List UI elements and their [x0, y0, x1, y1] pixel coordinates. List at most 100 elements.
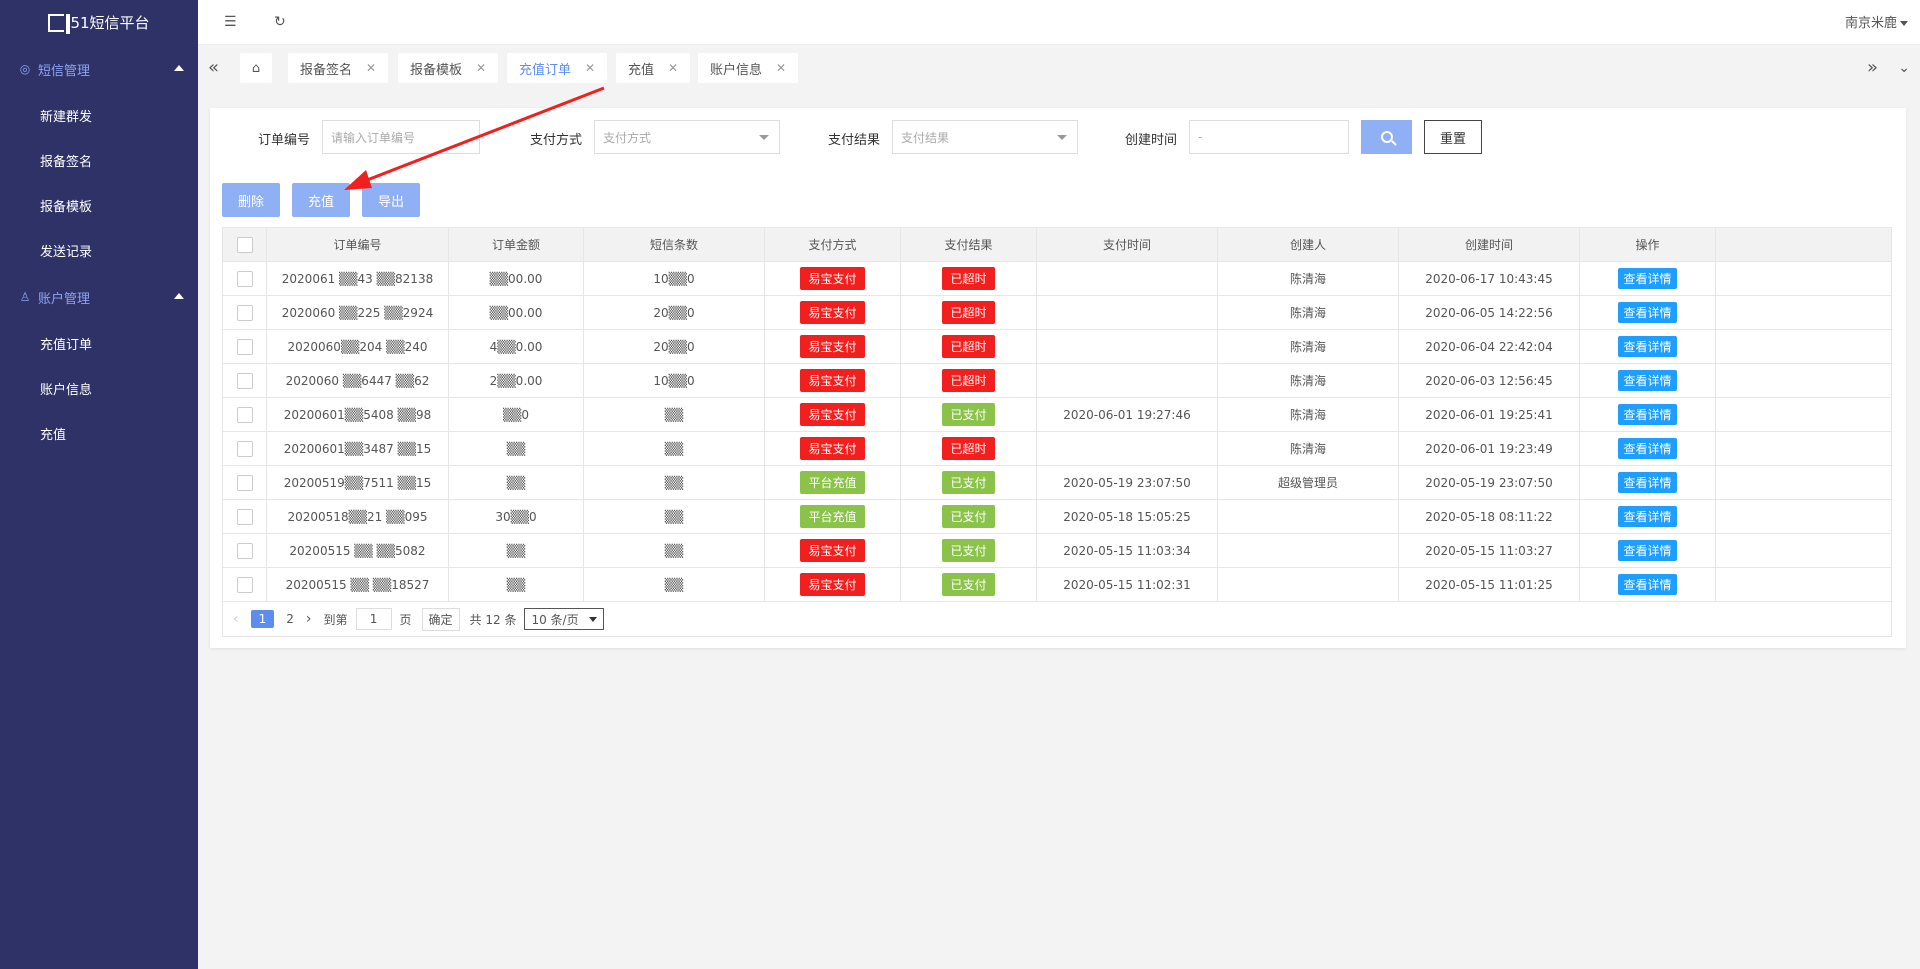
close-icon[interactable]: ✕: [776, 61, 786, 75]
view-detail-button[interactable]: 查看详情: [1618, 438, 1677, 459]
reset-button[interactable]: 重置: [1424, 120, 1482, 154]
close-icon[interactable]: ✕: [366, 61, 376, 75]
view-detail-button[interactable]: 查看详情: [1618, 268, 1677, 289]
checkbox[interactable]: [236, 372, 253, 389]
tab-signature[interactable]: 报备签名 ✕: [288, 53, 389, 83]
export-button[interactable]: 导出: [362, 183, 420, 217]
row-select[interactable]: [223, 432, 267, 465]
cell-creator: 陈清海: [1218, 364, 1399, 397]
cell-filler: [1716, 500, 1891, 533]
row-select[interactable]: [223, 364, 267, 397]
close-icon[interactable]: ✕: [668, 61, 678, 75]
order-no-label: 订单编号: [258, 133, 311, 148]
row-select[interactable]: [223, 534, 267, 567]
sidebar-item-template[interactable]: 报备模板: [0, 183, 198, 228]
created-time-range-input[interactable]: -: [1189, 120, 1349, 154]
tab-recharge[interactable]: 充值 ✕: [616, 53, 691, 83]
table-row: 20200515 ▒▒ ▒▒5082 ▒▒ ▒▒ 易宝支付 已支付 2020-05-15 …: [223, 534, 1891, 568]
row-select[interactable]: [223, 500, 267, 533]
page-size-select[interactable]: 10 条/页: [524, 608, 604, 630]
goto-confirm-button[interactable]: 确定: [421, 607, 460, 631]
checkbox[interactable]: [236, 542, 253, 559]
tab-account-info[interactable]: 账户信息 ✕: [698, 53, 799, 83]
cell-pay-method: 易宝支付: [765, 364, 901, 397]
pay-method-select[interactable]: 支付方式: [594, 120, 780, 154]
cell-sms-count: 20▒▒0: [584, 330, 765, 363]
view-detail-button[interactable]: 查看详情: [1618, 370, 1677, 391]
app-logo[interactable]: 51短信平台: [0, 0, 198, 45]
menu-toggle-icon[interactable]: ☰: [224, 14, 237, 30]
cell-amount: ▒▒: [449, 432, 584, 465]
view-detail-button[interactable]: 查看详情: [1618, 404, 1677, 425]
chevron-down-icon[interactable]: ⌄: [1898, 60, 1910, 76]
sidebar-item-account-info[interactable]: 账户信息: [0, 366, 198, 411]
page-1[interactable]: 1: [250, 610, 275, 628]
user-menu[interactable]: 南京米鹿: [1845, 12, 1908, 31]
goto-page-input[interactable]: 1: [355, 608, 392, 630]
row-select[interactable]: [223, 398, 267, 431]
pay-result-badge: 已超时: [942, 437, 995, 460]
pay-method-badge: 易宝支付: [800, 267, 865, 290]
search-button[interactable]: [1361, 120, 1412, 154]
sidebar: 51短信平台 ◎ 短信管理 新建群发 报备签名 报备模板 发送记录 ♙ 账户管理…: [0, 0, 198, 969]
order-no-input[interactable]: 请输入订单编号: [322, 120, 480, 154]
user-icon: ♙: [19, 290, 31, 304]
checkbox[interactable]: [236, 236, 253, 253]
tabs-scroll-left-icon[interactable]: «: [208, 57, 219, 78]
close-icon[interactable]: ✕: [476, 61, 486, 75]
menu-group-sms[interactable]: ◎ 短信管理: [0, 45, 198, 93]
checkbox[interactable]: [236, 304, 253, 321]
cell-pay-time: 2020-05-19 23:07:50: [1037, 466, 1218, 499]
cell-sms-count: 20▒▒0: [584, 296, 765, 329]
cell-pay-time: [1037, 296, 1218, 329]
pay-result-badge: 已支付: [942, 573, 995, 596]
chevron-down-icon: [588, 616, 597, 622]
logo-icon: [48, 13, 71, 34]
close-icon[interactable]: ✕: [585, 61, 595, 75]
sidebar-item-recharge[interactable]: 充值: [0, 411, 198, 456]
view-detail-button[interactable]: 查看详情: [1618, 302, 1677, 323]
menu-group-account[interactable]: ♙ 账户管理: [0, 273, 198, 321]
prev-page-icon[interactable]: ‹: [233, 611, 239, 627]
cell-pay-method: 易宝支付: [765, 296, 901, 329]
sidebar-item-send-records[interactable]: 发送记录: [0, 228, 198, 273]
recharge-button[interactable]: 充值: [292, 183, 350, 217]
refresh-icon[interactable]: ↻: [274, 14, 286, 30]
view-detail-button[interactable]: 查看详情: [1618, 574, 1677, 595]
view-detail-button[interactable]: 查看详情: [1618, 506, 1677, 527]
checkbox[interactable]: [236, 406, 253, 423]
sidebar-item-new-broadcast[interactable]: 新建群发: [0, 93, 198, 138]
sidebar-item-recharge-orders[interactable]: 充值订单: [0, 321, 198, 366]
cell-sms-count: ▒▒: [584, 466, 765, 499]
checkbox[interactable]: [236, 440, 253, 457]
row-select[interactable]: [223, 466, 267, 499]
row-select[interactable]: [223, 330, 267, 363]
cell-actions: 查看详情: [1580, 330, 1716, 363]
sidebar-item-signature[interactable]: 报备签名: [0, 138, 198, 183]
tabs-scroll-right-icon[interactable]: »: [1867, 57, 1878, 78]
delete-button[interactable]: 删除: [222, 183, 280, 217]
cell-filler: [1716, 330, 1891, 363]
cell-created-time: 2020-06-17 10:43:45: [1399, 262, 1580, 295]
tab-home[interactable]: ⌂: [240, 53, 272, 83]
page-2[interactable]: 2: [286, 612, 294, 626]
row-select[interactable]: [223, 296, 267, 329]
row-select[interactable]: [223, 262, 267, 295]
tab-recharge-orders[interactable]: 充值订单 ✕: [507, 53, 608, 83]
cell-sms-count: ▒▒: [584, 534, 765, 567]
pay-result-select[interactable]: 支付结果: [892, 120, 1078, 154]
checkbox[interactable]: [236, 338, 253, 355]
tab-label: 账户信息: [710, 62, 763, 78]
cell-created-time: 2020-05-19 23:07:50: [1399, 466, 1580, 499]
view-detail-button[interactable]: 查看详情: [1618, 472, 1677, 493]
header-select-all[interactable]: [223, 228, 267, 261]
view-detail-button[interactable]: 查看详情: [1618, 540, 1677, 561]
next-page-icon[interactable]: ›: [306, 611, 312, 627]
checkbox[interactable]: [236, 576, 253, 593]
row-select[interactable]: [223, 568, 267, 601]
tab-template[interactable]: 报备模板 ✕: [398, 53, 499, 83]
checkbox[interactable]: [236, 474, 253, 491]
checkbox[interactable]: [236, 508, 253, 525]
view-detail-button[interactable]: 查看详情: [1618, 336, 1677, 357]
checkbox[interactable]: [236, 270, 253, 287]
